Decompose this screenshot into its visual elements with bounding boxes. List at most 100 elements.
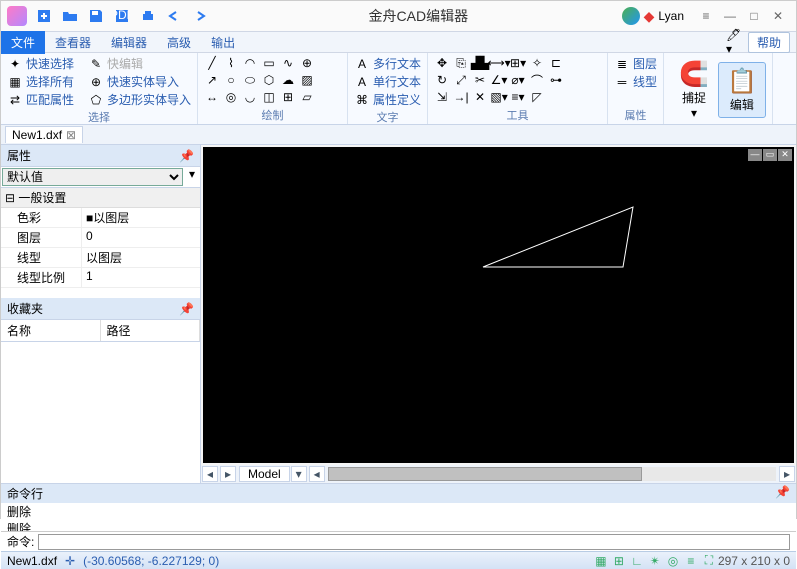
mtext-button[interactable]: 多行文本 (373, 55, 421, 72)
viewport[interactable]: — ▭ ✕ (203, 147, 794, 463)
polygon-import-button[interactable]: 多边形实体导入 (107, 91, 191, 108)
model-tab[interactable]: Model (239, 466, 290, 482)
spline-icon[interactable]: ∿ (280, 55, 296, 71)
pin-icon[interactable]: 📌 (179, 149, 194, 163)
close-button[interactable]: ✕ (766, 9, 790, 23)
line-icon[interactable]: ╱ (204, 55, 220, 71)
favorites-list[interactable] (1, 342, 200, 483)
dropper-icon[interactable]: 🖊▾ (726, 34, 742, 50)
match-prop-button[interactable]: 匹配属性 (26, 91, 74, 108)
select-all-button[interactable]: 选择所有 (26, 73, 74, 90)
file-tab-close-icon[interactable]: ⊠ (66, 128, 76, 142)
fillet-icon[interactable]: ⌒ (529, 72, 545, 88)
new-file-button[interactable] (33, 5, 55, 27)
cloud-icon[interactable]: ☁ (280, 72, 296, 88)
tab-advanced[interactable]: 高级 (157, 31, 201, 54)
dist-icon[interactable]: ⟷▾ (491, 55, 507, 71)
align-icon[interactable]: ≡▾ (510, 89, 526, 105)
mirror-icon[interactable]: ▟▙ (472, 55, 488, 71)
offset-icon[interactable]: ⊏ (548, 55, 564, 71)
rotate-icon[interactable]: ↻ (434, 72, 450, 88)
extend-icon[interactable]: →| (453, 89, 469, 105)
import-entity-button[interactable]: 快速实体导入 (107, 73, 179, 90)
snap-button[interactable]: 🧲 捕捉 ▾ (670, 55, 718, 125)
hatch-icon[interactable]: ▨ (299, 72, 315, 88)
prop-value[interactable]: 以图层 (81, 248, 200, 267)
stretch-icon[interactable]: ⇲ (434, 89, 450, 105)
explode-icon[interactable]: ✧ (529, 55, 545, 71)
help-button[interactable]: 帮助 (748, 32, 790, 53)
select-all-icon[interactable]: ▦ (7, 74, 23, 90)
wipeout-icon[interactable]: ▱ (299, 89, 315, 105)
hscroll-left-button[interactable]: ◂ (309, 466, 325, 482)
grid-toggle-icon[interactable]: ⊞ (610, 554, 628, 568)
mtext-icon[interactable]: A (354, 56, 370, 72)
chamfer-icon[interactable]: ◸ (529, 89, 545, 105)
angle-icon[interactable]: ∠▾ (491, 72, 507, 88)
layer-icon[interactable]: ≣ (614, 56, 630, 72)
pin-icon[interactable]: 📌 (775, 485, 790, 502)
rect-icon[interactable]: ▭ (261, 55, 277, 71)
prop-value[interactable]: ■以图层 (81, 208, 200, 227)
text-button[interactable]: 单行文本 (373, 73, 421, 90)
move-icon[interactable]: ✥ (434, 55, 450, 71)
hscroll-thumb[interactable] (328, 467, 642, 481)
pin-icon[interactable]: 📌 (179, 302, 194, 316)
user-avatar-icon[interactable] (622, 7, 640, 25)
ellipse-icon[interactable]: ⬭ (242, 72, 258, 88)
attdef-icon[interactable]: ⌘ (354, 92, 370, 108)
pdf-button[interactable]: PDF (111, 5, 133, 27)
expand-icon[interactable]: ⛶ (700, 553, 718, 568)
polar-toggle-icon[interactable]: ✴ (646, 554, 664, 568)
text-icon[interactable]: A (354, 74, 370, 90)
array-icon[interactable]: ⊞▾ (510, 55, 526, 71)
tab-file[interactable]: 文件 (1, 31, 45, 54)
linetype-icon[interactable]: ═ (614, 74, 630, 90)
join-icon[interactable]: ⊶ (548, 72, 564, 88)
tab-menu-button[interactable]: ▾ (291, 466, 307, 482)
lwt-toggle-icon[interactable]: ≡ (682, 554, 700, 568)
properties-select[interactable]: 默认值 (2, 168, 183, 186)
linetype-button[interactable]: 线型 (633, 73, 657, 90)
point-icon[interactable]: ⊕ (299, 55, 315, 71)
ray-icon[interactable]: ↗ (204, 72, 220, 88)
fav-col-path[interactable]: 路径 (101, 320, 201, 341)
polygon-icon[interactable]: ⬡ (261, 72, 277, 88)
prop-category[interactable]: ⊟ 一般设置 (1, 188, 200, 208)
osnap-toggle-icon[interactable]: ◎ (664, 554, 682, 568)
attdef-button[interactable]: 属性定义 (373, 91, 421, 108)
prop-value[interactable]: 1 (81, 268, 200, 287)
scale-icon[interactable]: ⤢ (453, 72, 469, 88)
command-input[interactable] (38, 534, 790, 550)
open-file-button[interactable] (59, 5, 81, 27)
match-prop-icon[interactable]: ⇄ (7, 92, 23, 108)
command-log[interactable]: 删除 删除 (1, 503, 796, 531)
username[interactable]: Lyan (658, 9, 684, 23)
table-icon[interactable]: ⊞ (280, 89, 296, 105)
scroll-left-button[interactable]: ◂ (202, 466, 218, 482)
area-icon[interactable]: ▧▾ (491, 89, 507, 105)
polyline-icon[interactable]: ⌇ (223, 55, 239, 71)
quick-edit-button[interactable]: 快编辑 (107, 55, 143, 72)
import-entity-icon[interactable]: ⊕ (88, 74, 104, 90)
fav-col-name[interactable]: 名称 (1, 320, 101, 341)
trim-icon[interactable]: ✂ (472, 72, 488, 88)
quick-select-icon[interactable]: ✦ (7, 56, 23, 72)
earc-icon[interactable]: ◡ (242, 89, 258, 105)
hscrollbar[interactable] (328, 467, 776, 481)
quick-edit-icon[interactable]: ✎ (88, 56, 104, 72)
save-button[interactable] (85, 5, 107, 27)
erase-icon[interactable]: ✕ (472, 89, 488, 105)
file-tab[interactable]: New1.dxf ⊠ (5, 126, 83, 143)
tab-viewer[interactable]: 查看器 (45, 31, 101, 54)
ortho-toggle-icon[interactable]: ∟ (628, 554, 646, 568)
block-icon[interactable]: ◫ (261, 89, 277, 105)
edit-button[interactable]: 📋 编辑 (718, 62, 766, 118)
circle-icon[interactable]: ○ (223, 72, 239, 88)
donut-icon[interactable]: ◎ (223, 89, 239, 105)
tab-output[interactable]: 输出 (201, 31, 245, 54)
redo-button[interactable] (189, 5, 211, 27)
quick-select-button[interactable]: 快速选择 (26, 55, 74, 72)
print-button[interactable] (137, 5, 159, 27)
prop-value[interactable]: 0 (81, 228, 200, 247)
